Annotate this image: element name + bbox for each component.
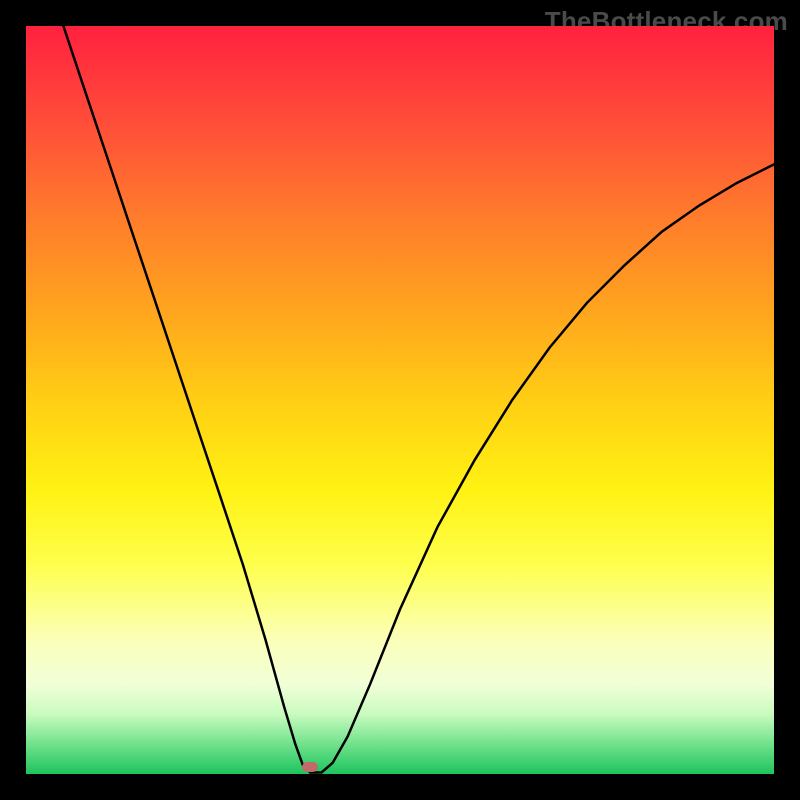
chart-container: TheBottleneck.com xyxy=(0,0,800,800)
optimal-marker-icon xyxy=(302,762,318,772)
plot-area xyxy=(26,26,774,774)
bottleneck-curve xyxy=(26,26,774,774)
